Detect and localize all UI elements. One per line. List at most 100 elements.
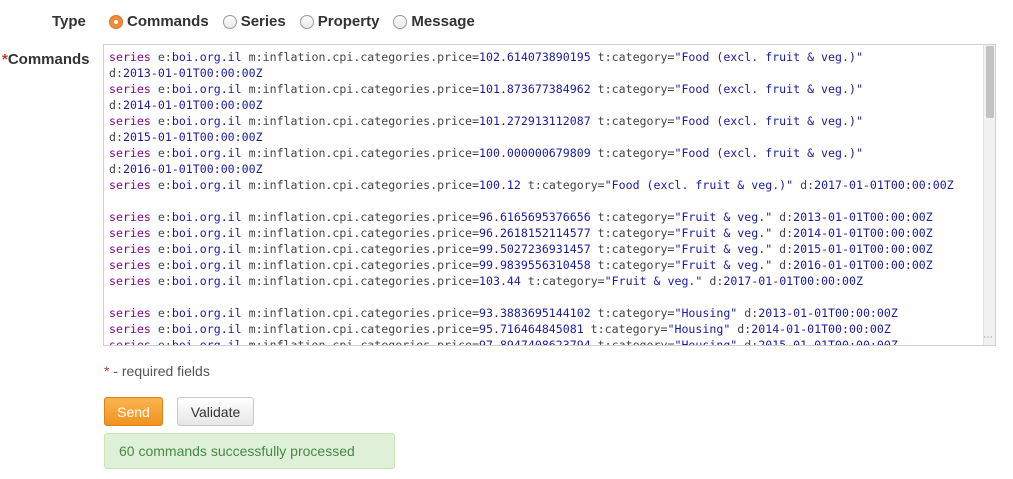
editor-token: 2017-01-01T00:00:00Z: [723, 274, 863, 288]
radio-message-label[interactable]: Message: [411, 13, 474, 30]
editor-token: e:: [150, 242, 172, 256]
editor-token: boi.org.il: [171, 242, 242, 256]
editor-token: 96.6165695376656: [479, 210, 591, 224]
editor-token: boi.org.il: [171, 146, 242, 160]
radio-series-circle[interactable]: [222, 14, 237, 29]
editor-token: 2014-01-01T00:00:00Z: [122, 98, 263, 112]
editor-token: e:: [150, 338, 172, 345]
editor-token: 101.272913112087: [479, 114, 591, 128]
editor-token: t:: [590, 338, 612, 345]
editor-token: "Housing": [667, 322, 731, 336]
editor-token: t:: [590, 210, 612, 224]
editor-token: d:: [793, 178, 815, 192]
editor-token: 99.9839556310458: [479, 258, 591, 272]
editor-token: series: [109, 226, 151, 240]
editor-token: inflation.cpi.categories.price=: [262, 258, 479, 272]
commands-label: *Commands: [2, 51, 90, 68]
editor-token: t:: [590, 82, 612, 96]
editor-token: t:: [590, 114, 612, 128]
editor-token: "Food (excl. fruit & veg.)": [674, 146, 863, 160]
commands-textarea[interactable]: series e:boi.org.il m:inflation.cpi.cate…: [103, 44, 996, 346]
editor-token: e:: [150, 178, 172, 192]
editor-token: category=: [541, 178, 605, 192]
editor-token: e:: [150, 258, 172, 272]
editor-token: inflation.cpi.categories.price=: [262, 50, 479, 64]
editor-token: m:: [241, 306, 263, 320]
editor-token: "Fruit & veg.": [674, 242, 773, 256]
editor-token: e:: [150, 306, 172, 320]
editor-token: 2015-01-01T00:00:00Z: [758, 338, 898, 345]
editor-token: m:: [241, 146, 263, 160]
editor-token: series: [109, 306, 151, 320]
send-button[interactable]: Send: [104, 397, 163, 426]
editor-scrollbar-thumb[interactable]: [986, 46, 994, 118]
radio-series[interactable]: Series: [222, 13, 286, 30]
radio-property-circle[interactable]: [299, 14, 314, 29]
editor-token: "Food (excl. fruit & veg.)": [604, 178, 794, 192]
validate-button[interactable]: Validate: [177, 397, 254, 426]
editor-token: boi.org.il: [171, 258, 242, 272]
success-message: 60 commands successfully processed: [104, 433, 395, 469]
editor-line: d:2016-01-01T00:00:00Z: [109, 161, 981, 177]
commands-label-text: Commands: [7, 51, 90, 68]
editor-token: t:: [590, 226, 612, 240]
editor-token: e:: [150, 322, 172, 336]
editor-token: 93.3883695144102: [479, 306, 591, 320]
editor-token: inflation.cpi.categories.price=: [262, 146, 479, 160]
editor-token: "Fruit & veg.": [674, 226, 773, 240]
radio-property-label[interactable]: Property: [318, 13, 380, 30]
editor-token: m:: [241, 322, 263, 336]
editor-token: category=: [611, 82, 675, 96]
editor-token: series: [109, 146, 151, 160]
editor-token: t:: [590, 146, 612, 160]
editor-token: m:: [241, 274, 263, 288]
editor-token: boi.org.il: [171, 82, 242, 96]
editor-token: series: [109, 242, 151, 256]
editor-token: 99.5027236931457: [479, 242, 591, 256]
editor-token: boi.org.il: [171, 210, 242, 224]
editor-token: series: [109, 322, 151, 336]
editor-token: category=: [604, 322, 668, 336]
editor-token: series: [109, 114, 151, 128]
radio-message-circle[interactable]: [393, 14, 408, 29]
editor-token: inflation.cpi.categories.price=: [262, 274, 479, 288]
editor-token: m:: [241, 258, 263, 272]
editor-line: series e:boi.org.il m:inflation.cpi.cate…: [109, 209, 981, 225]
editor-token: "Housing": [674, 306, 738, 320]
editor-token: 97.8947408623794: [479, 338, 591, 345]
radio-message[interactable]: Message: [393, 13, 475, 30]
editor-token: boi.org.il: [171, 322, 242, 336]
editor-token: 103.44: [479, 274, 521, 288]
editor-token: boi.org.il: [171, 306, 242, 320]
editor-token: d:: [109, 130, 123, 144]
editor-token: m:: [241, 226, 263, 240]
radio-commands-label[interactable]: Commands: [127, 13, 209, 30]
editor-token: "Fruit & veg.": [604, 274, 703, 288]
editor-line: series e:boi.org.il m:inflation.cpi.cate…: [109, 145, 981, 161]
type-radio-group: Commands Series Property Message: [109, 13, 489, 30]
resize-handle-icon[interactable]: ⋯: [983, 333, 993, 343]
radio-commands-circle[interactable]: [109, 14, 123, 29]
editor-token: inflation.cpi.categories.price=: [262, 242, 479, 256]
editor-token: t:: [520, 274, 542, 288]
editor-token: boi.org.il: [171, 338, 242, 345]
radio-commands[interactable]: Commands: [109, 13, 209, 30]
editor-token: m:: [241, 210, 263, 224]
commands-text[interactable]: series e:boi.org.il m:inflation.cpi.cate…: [109, 49, 981, 345]
editor-token: 2014-01-01T00:00:00Z: [751, 322, 891, 336]
editor-token: d:: [772, 210, 794, 224]
editor-scrollbar[interactable]: [983, 45, 995, 345]
radio-series-label[interactable]: Series: [241, 13, 286, 30]
radio-property[interactable]: Property: [299, 13, 380, 30]
editor-token: t:: [590, 306, 612, 320]
editor-token: t:: [520, 178, 542, 192]
editor-token: d:: [109, 98, 123, 112]
editor-token: "Food (excl. fruit & veg.)": [674, 114, 863, 128]
editor-token: inflation.cpi.categories.price=: [262, 82, 479, 96]
editor-token: e:: [150, 82, 172, 96]
editor-token: "Fruit & veg.": [674, 210, 773, 224]
editor-token: 95.716464845081: [479, 322, 584, 336]
editor-token: d:: [730, 322, 752, 336]
